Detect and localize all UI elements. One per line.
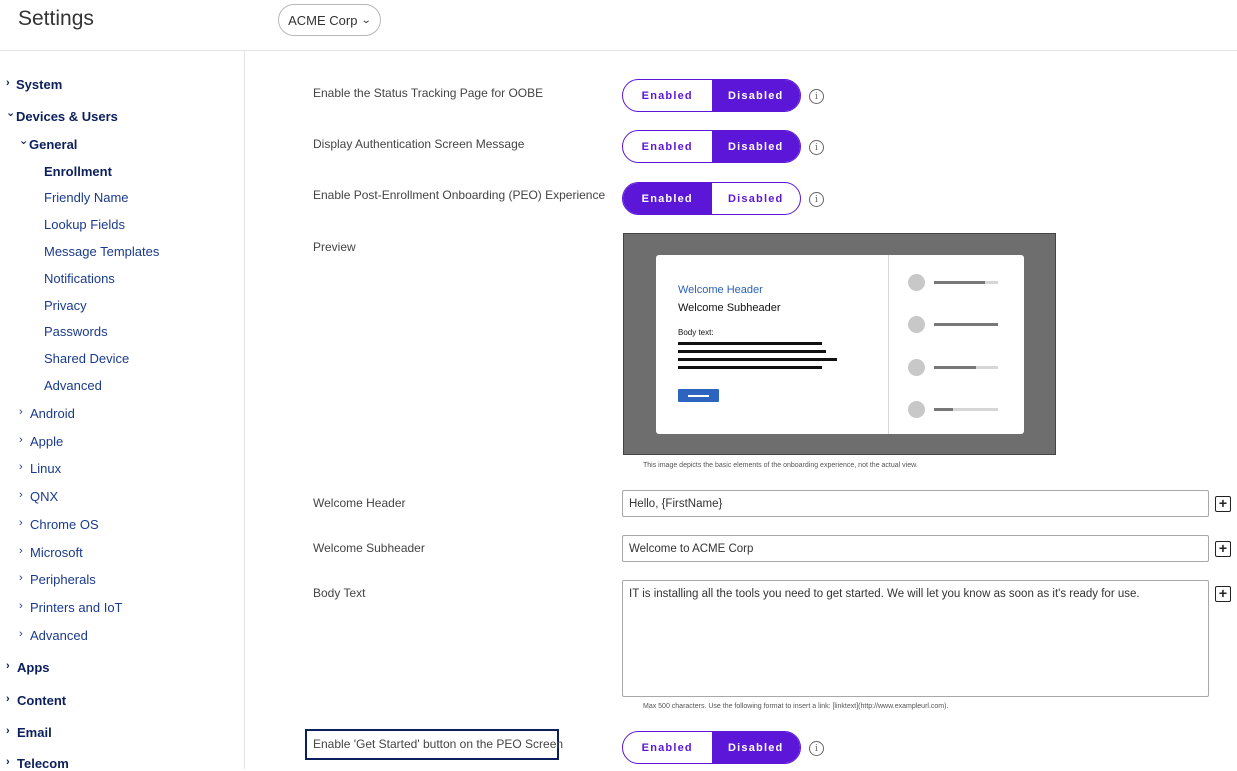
preview-step-icon	[908, 274, 925, 291]
preview-text-line	[678, 366, 822, 369]
preview-card: Welcome Header Welcome Subheader Body te…	[656, 255, 1024, 434]
auth-message-label: Display Authentication Screen Message	[313, 137, 525, 151]
chevron-right-icon: ›	[6, 660, 10, 672]
sidebar-item-notifications[interactable]: Notifications	[44, 271, 115, 286]
chevron-down-icon: ⌄	[6, 107, 16, 119]
preview-progress-fill	[934, 323, 998, 326]
preview-progress	[934, 323, 998, 326]
body-text-label: Body Text	[313, 586, 366, 600]
status-tracking-label: Enable the Status Tracking Page for OOBE	[313, 86, 544, 100]
plus-square-icon[interactable]: +	[1215, 586, 1231, 602]
page-title: Settings	[18, 7, 94, 30]
sidebar-item-lookup-fields[interactable]: Lookup Fields	[44, 217, 125, 232]
body-text-input[interactable]: IT is installing all the tools you need …	[622, 580, 1209, 697]
preview-caption: This image depicts the basic elements of…	[643, 462, 918, 469]
enabled-option[interactable]: Enabled	[623, 732, 712, 763]
chevron-right-icon: ›	[19, 628, 23, 640]
chevron-right-icon: ›	[19, 489, 23, 501]
preview-body-text: Body text:	[678, 328, 714, 337]
preview-progress	[934, 408, 998, 411]
preview-step-icon	[908, 359, 925, 376]
preview-welcome-subheader: Welcome Subheader	[678, 302, 781, 314]
preview-progress-fill	[934, 281, 986, 284]
plus-square-icon[interactable]: +	[1215, 496, 1231, 512]
info-circle-icon[interactable]: i	[809, 89, 824, 104]
sidebar-item-enrollment[interactable]: Enrollment	[44, 164, 112, 179]
enabled-option[interactable]: Enabled	[623, 80, 712, 111]
top-bar: Settings ACME Corp ⌄	[0, 0, 1237, 51]
chevron-right-icon: ›	[19, 600, 23, 612]
chevron-right-icon: ›	[6, 725, 10, 737]
peo-experience-toggle[interactable]: Enabled Disabled	[622, 182, 801, 215]
enabled-option[interactable]: Enabled	[623, 131, 712, 162]
preview-text-line	[678, 350, 826, 353]
welcome-header-label: Welcome Header	[313, 496, 406, 510]
info-circle-icon[interactable]: i	[809, 741, 824, 756]
auth-message-toggle[interactable]: Enabled Disabled	[622, 130, 801, 163]
chevron-right-icon: ›	[19, 517, 23, 529]
preview-progress-fill	[934, 408, 954, 411]
sidebar-item-passwords[interactable]: Passwords	[44, 324, 108, 339]
disabled-option[interactable]: Disabled	[711, 732, 800, 763]
disabled-option[interactable]: Disabled	[711, 80, 800, 111]
sidebar-item-shared-device[interactable]: Shared Device	[44, 351, 129, 366]
preview-text-line	[678, 342, 822, 345]
sidebar-item-privacy[interactable]: Privacy	[44, 298, 87, 313]
chevron-right-icon: ›	[19, 434, 23, 446]
chevron-down-icon: ⌄	[19, 135, 29, 147]
disabled-option[interactable]: Disabled	[712, 183, 801, 214]
preview-progress-fill	[934, 366, 976, 369]
sidebar-item-friendly-name[interactable]: Friendly Name	[44, 190, 129, 205]
welcome-subheader-label: Welcome Subheader	[313, 541, 425, 555]
preview-text-line	[678, 358, 837, 361]
chevron-right-icon: ›	[19, 406, 23, 418]
info-circle-icon[interactable]: i	[809, 140, 824, 155]
preview-step-icon	[908, 316, 925, 333]
preview-button	[678, 389, 719, 402]
get-started-toggle[interactable]: Enabled Disabled	[622, 731, 801, 764]
welcome-subheader-input[interactable]	[622, 535, 1209, 562]
body-text-hint: Max 500 characters. Use the following fo…	[643, 703, 949, 710]
chevron-right-icon: ›	[19, 461, 23, 473]
preview-progress	[934, 366, 998, 369]
chevron-right-icon: ›	[19, 572, 23, 584]
chevron-right-icon: ›	[6, 693, 10, 705]
disabled-option[interactable]: Disabled	[711, 131, 800, 162]
peo-preview-image: Welcome Header Welcome Subheader Body te…	[623, 233, 1056, 455]
org-selector-label: ACME Corp	[288, 12, 358, 28]
org-selector[interactable]: ACME Corp ⌄	[278, 4, 381, 36]
get-started-label: Enable 'Get Started' button on the PEO S…	[313, 737, 564, 751]
preview-label: Preview	[313, 240, 356, 254]
chevron-right-icon: ›	[6, 756, 10, 768]
enabled-option[interactable]: Enabled	[623, 183, 712, 214]
preview-divider	[888, 255, 889, 434]
status-tracking-toggle[interactable]: Enabled Disabled	[622, 79, 801, 112]
peo-experience-label: Enable Post-Enrollment Onboarding (PEO) …	[313, 188, 606, 202]
plus-square-icon[interactable]: +	[1215, 541, 1231, 557]
sidebar-item-message-templates[interactable]: Message Templates	[44, 244, 159, 259]
welcome-header-input[interactable]	[622, 490, 1209, 517]
chevron-right-icon: ›	[6, 77, 10, 89]
preview-step-icon	[908, 401, 925, 418]
chevron-down-icon: ⌄	[361, 14, 373, 26]
preview-progress	[934, 281, 998, 284]
chevron-right-icon: ›	[19, 545, 23, 557]
sidebar-item-general-advanced[interactable]: Advanced	[44, 378, 102, 393]
info-circle-icon[interactable]: i	[809, 192, 824, 207]
preview-welcome-header: Welcome Header	[678, 284, 763, 296]
